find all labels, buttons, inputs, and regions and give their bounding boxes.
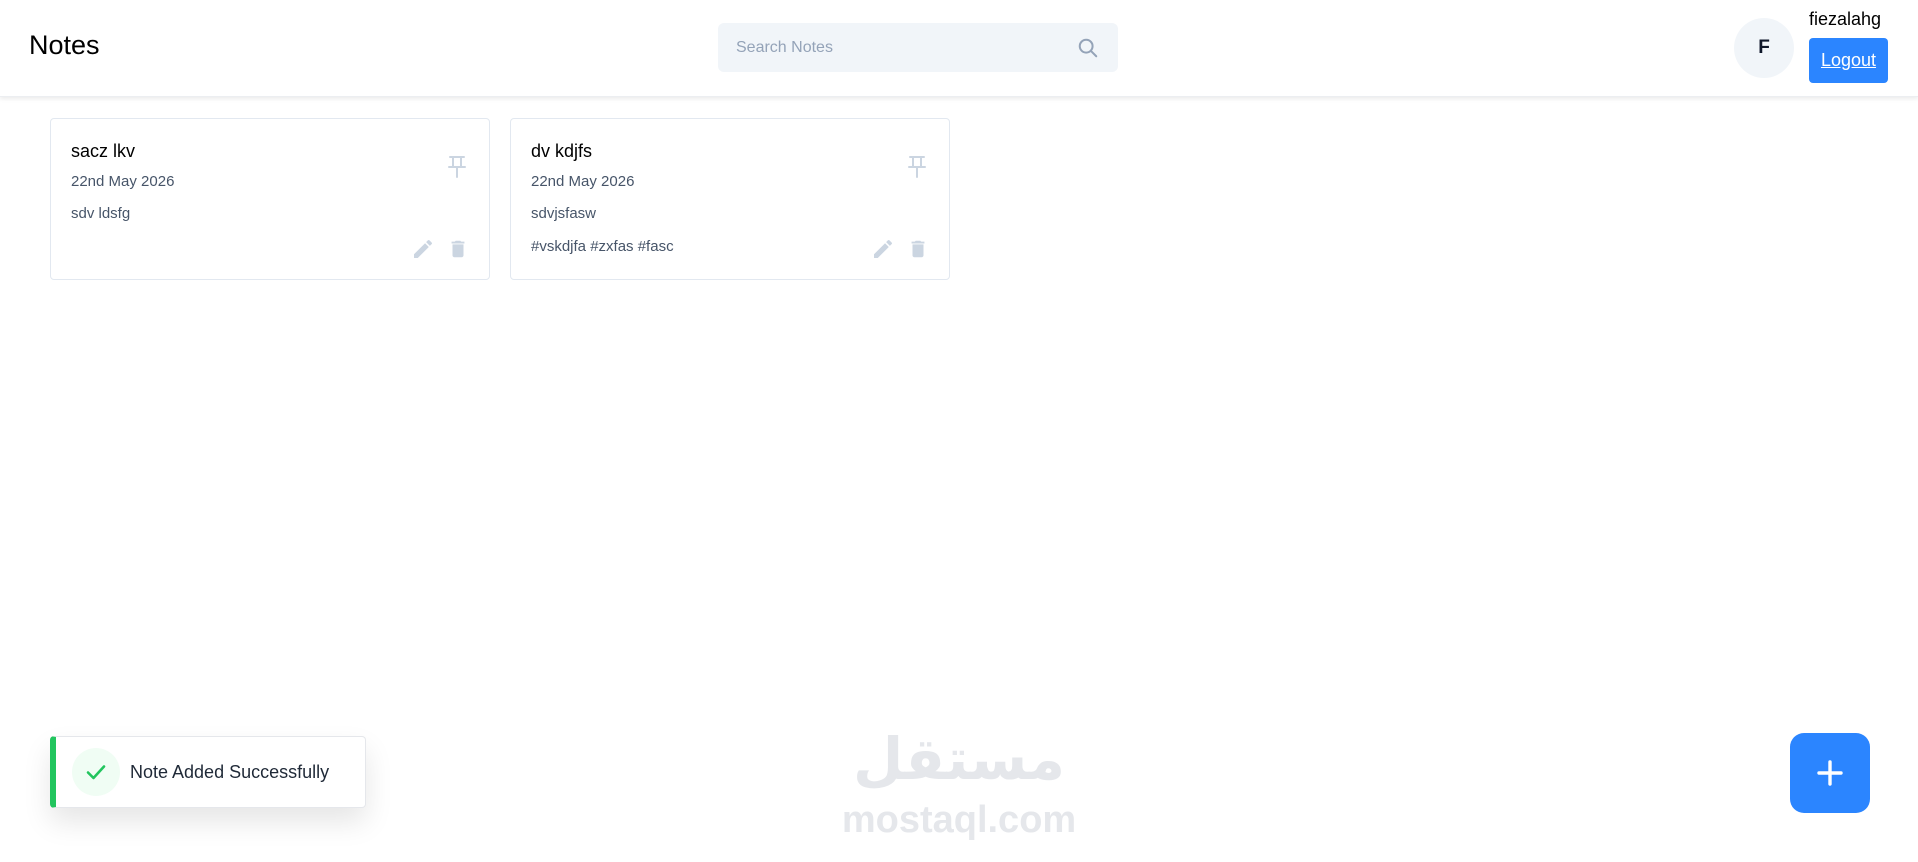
note-card[interactable]: sacz lkv 22nd May 2026 sdv ldsfg (50, 118, 490, 280)
note-date: 22nd May 2026 (531, 173, 635, 190)
page-title: Notes (29, 30, 100, 60)
pin-icon[interactable] (447, 155, 467, 179)
note-date: 22nd May 2026 (71, 173, 175, 190)
navbar: Notes F fiezalahg Logout (0, 0, 1918, 97)
watermark: مستقل mostaql.com (842, 720, 1076, 850)
pin-icon[interactable] (907, 155, 927, 179)
delete-icon[interactable] (907, 237, 929, 261)
edit-icon[interactable] (871, 237, 895, 261)
add-note-button[interactable] (1790, 733, 1870, 813)
note-tags: #vskdjfa #zxfas #fasc (531, 238, 674, 255)
check-icon (72, 748, 120, 796)
note-title: sacz lkv (71, 141, 136, 161)
edit-icon[interactable] (411, 237, 435, 261)
toast-message: Note Added Successfully (130, 761, 330, 782)
watermark-latin: mostaql.com (841, 799, 1077, 841)
search-icon[interactable] (1076, 36, 1100, 60)
note-card[interactable]: dv kdjfs 22nd May 2026 sdvjsfasw #vskdjf… (510, 118, 950, 280)
logout-button[interactable]: Logout (1809, 38, 1888, 83)
note-content: sdvjsfasw (531, 205, 597, 222)
user-name: fiezalahg (1809, 9, 1882, 29)
note-content: sdv ldsfg (71, 205, 131, 222)
search-bar[interactable] (718, 23, 1118, 72)
delete-icon[interactable] (447, 237, 469, 261)
toast-notification[interactable]: Note Added Successfully (50, 736, 366, 808)
note-title: dv kdjfs (531, 141, 593, 161)
plus-icon (1815, 758, 1845, 788)
search-input[interactable] (736, 38, 1076, 57)
avatar: F (1734, 18, 1794, 78)
watermark-arabic: مستقل (852, 725, 1066, 793)
